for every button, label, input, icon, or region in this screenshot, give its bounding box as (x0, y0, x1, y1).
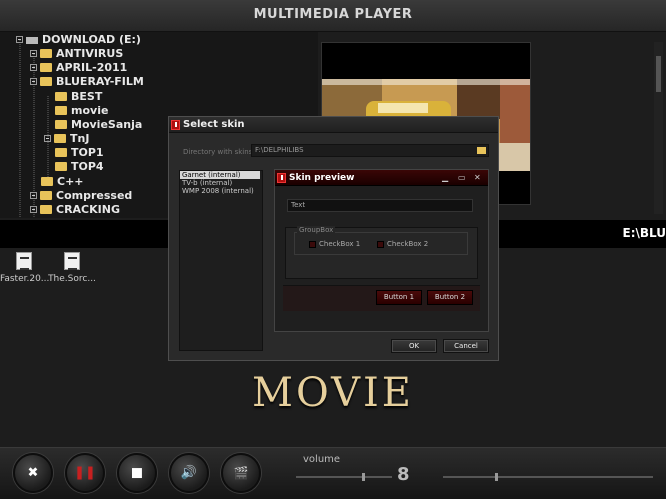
video-file-icon (64, 252, 80, 270)
checkbox-icon (309, 240, 316, 248)
stop-icon: ■ (130, 465, 144, 481)
volume-slider-handle[interactable] (362, 473, 365, 481)
folder-icon (55, 161, 67, 171)
minimize-icon[interactable]: ▁ (442, 170, 448, 186)
groupbox-label: GroupBox (297, 226, 336, 234)
skin-list-item[interactable]: Garnet (internal) (180, 171, 260, 179)
file-item[interactable]: The.Sorc... (48, 252, 96, 284)
skin-list-item[interactable]: WMP 2008 (internal) (180, 187, 262, 195)
folder-icon (40, 76, 52, 86)
maximize-icon[interactable]: ▭ (458, 170, 466, 186)
tree-item[interactable]: CRACKING (30, 203, 120, 217)
folder-icon (40, 48, 52, 58)
app-icon (171, 120, 180, 130)
speaker-icon: 🔊 (180, 465, 198, 481)
seek-slider-handle[interactable] (495, 473, 498, 481)
cancel-button[interactable]: Cancel (443, 339, 489, 353)
close-icon[interactable]: ✕ (474, 170, 481, 186)
folder-icon (55, 91, 67, 101)
checkbox-2[interactable]: CheckBox 2 (377, 240, 428, 248)
skin-list[interactable]: Garnet (internal) TV-b (internal) WMP 20… (179, 170, 263, 351)
open-file-button[interactable]: 🎬 (221, 453, 261, 493)
tree-item[interactable]: TOP1 (55, 146, 104, 160)
browse-folder-icon[interactable] (477, 147, 486, 154)
app-title: MULTIMEDIA PLAYER (0, 0, 666, 32)
skin-list-item[interactable]: TV-b (internal) (180, 179, 262, 187)
current-path: E:\BLU (622, 226, 666, 240)
stop-button[interactable]: ■ (117, 453, 157, 493)
dialog-title: Select skin (183, 119, 245, 130)
pause-icon: ❚❚ (74, 465, 96, 481)
close-icon: ✖ (27, 465, 39, 481)
folder-icon (40, 62, 52, 72)
tree-item[interactable]: TOP4 (55, 160, 104, 174)
tree-item[interactable]: ANTIVIRUS (30, 47, 123, 61)
ok-button[interactable]: OK (391, 339, 437, 353)
folder-icon (40, 190, 52, 200)
pause-button[interactable]: ❚❚ (65, 453, 105, 493)
folder-icon (54, 133, 66, 143)
drive-icon (26, 36, 38, 44)
tree-root[interactable]: DOWNLOAD (E:) (16, 33, 141, 47)
tree-item[interactable]: movie (55, 104, 108, 118)
dialog-titlebar[interactable]: Select skin (169, 117, 498, 133)
tree-scrollbar[interactable] (654, 42, 663, 214)
volume-value: 8 (397, 464, 410, 485)
seek-slider[interactable] (443, 473, 653, 481)
preview-title: Skin preview (289, 173, 355, 183)
app-icon (277, 173, 286, 183)
directory-field[interactable]: F:\DELPHILIBS (251, 144, 489, 157)
button-2[interactable]: Button 2 (427, 290, 473, 305)
preview-text-field[interactable]: Text (287, 199, 473, 212)
tree-item[interactable]: TnJ (44, 132, 89, 146)
volume-slider[interactable] (296, 473, 392, 481)
folder-icon (40, 204, 52, 214)
tree-item[interactable]: BLUERAY-FILM (30, 75, 144, 89)
app-window: MULTIMEDIA PLAYER DOWNLOAD (E:) ANTIVIRU… (0, 0, 666, 499)
folder-icon (55, 119, 67, 129)
preview-titlebar[interactable]: Skin preview ▁ ▭ ✕ (275, 170, 488, 186)
checkbox-icon (377, 240, 384, 248)
close-button[interactable]: ✖ (13, 453, 53, 493)
volume-label: volume (303, 454, 341, 465)
now-playing-title: MOVIE (252, 370, 414, 416)
tree-item[interactable]: C++ (41, 175, 84, 189)
file-item[interactable]: Faster.20... (0, 252, 49, 284)
video-file-icon (16, 252, 32, 270)
tree-item[interactable]: APRIL-2011 (30, 61, 127, 75)
tree-item[interactable]: Compressed (30, 189, 132, 203)
clapperboard-icon: 🎬 (233, 466, 249, 480)
directory-label: Directory with skins : (183, 148, 257, 156)
mute-button[interactable]: 🔊 (169, 453, 209, 493)
folder-icon (55, 105, 67, 115)
skin-preview-window: Skin preview ▁ ▭ ✕ Text GroupBox CheckBo… (274, 169, 489, 332)
tree-item[interactable]: MovieSanja (55, 118, 142, 132)
checkbox-1[interactable]: CheckBox 1 (309, 240, 360, 248)
tree-item[interactable]: BEST (55, 90, 102, 104)
scrollbar-thumb[interactable] (656, 56, 661, 92)
folder-icon (41, 176, 53, 186)
folder-icon (55, 147, 67, 157)
button-1[interactable]: Button 1 (376, 290, 422, 305)
